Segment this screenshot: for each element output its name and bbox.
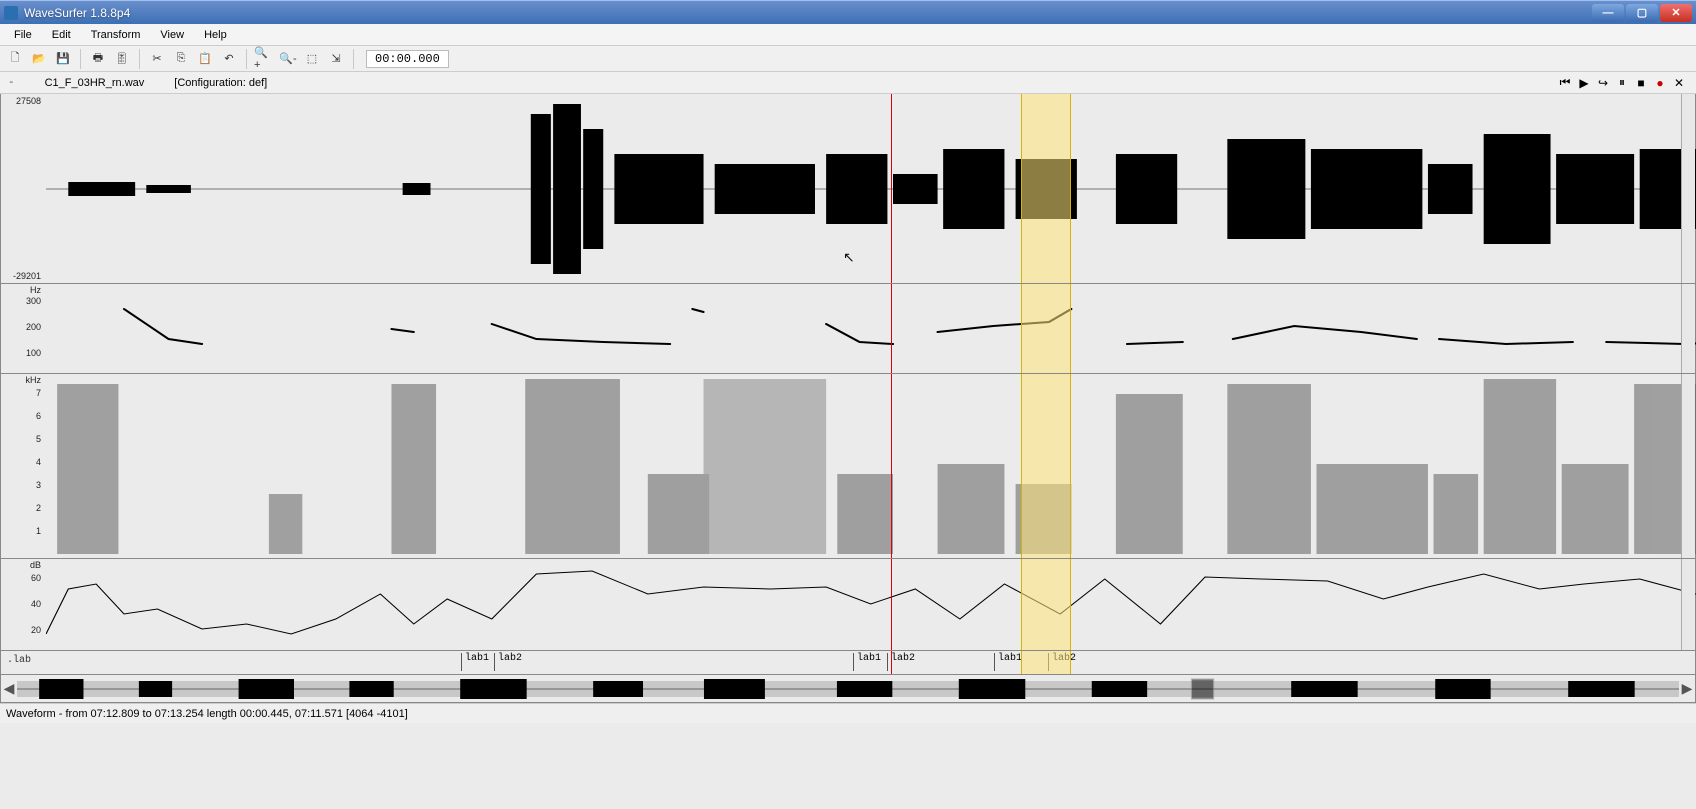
scrollbar-v[interactable] xyxy=(1681,94,1695,283)
scrollbar-v[interactable] xyxy=(1681,374,1695,558)
lab-track[interactable]: .lab lab1lab2lab1lab2lab1lab2 xyxy=(1,651,1695,675)
play-icon[interactable]: ▶ xyxy=(1575,75,1593,91)
waveform-pane[interactable]: 27508 -29201 xyxy=(1,94,1695,284)
selection-range[interactable] xyxy=(1021,559,1071,650)
pause-icon[interactable]: ⏸ xyxy=(1613,75,1631,91)
selection-range[interactable] xyxy=(1021,374,1071,558)
lab-segment[interactable]: lab2 xyxy=(494,653,522,671)
playhead[interactable] xyxy=(891,559,892,650)
zoom-out-icon[interactable]: 🔍- xyxy=(277,48,299,70)
zoom-sel-icon[interactable]: ⇲ xyxy=(325,48,347,70)
app-icon xyxy=(4,6,18,20)
lab-segment[interactable]: lab1 xyxy=(994,653,1022,671)
menu-help[interactable]: Help xyxy=(196,27,235,43)
save-icon[interactable]: 💾 xyxy=(52,48,74,70)
lab-segment[interactable]: lab1 xyxy=(461,653,489,671)
playhead[interactable] xyxy=(891,651,892,674)
close-button[interactable]: ✕ xyxy=(1660,4,1692,22)
panes: 27508 -29201 xyxy=(0,94,1696,703)
playhead[interactable] xyxy=(891,94,892,283)
overview-track[interactable]: ◀ ▶ xyxy=(1,675,1695,703)
menu-view[interactable]: View xyxy=(152,27,192,43)
new-icon[interactable]: 🗋 xyxy=(4,48,26,70)
wave-ymax: 27508 xyxy=(16,96,41,106)
undo-icon[interactable]: ↶ xyxy=(218,48,240,70)
menu-edit[interactable]: Edit xyxy=(44,27,79,43)
collapse-icon[interactable]: - xyxy=(8,77,15,89)
status-text: Waveform - from 07:12.809 to 07:13.254 l… xyxy=(6,708,408,720)
close-file-icon[interactable]: ✕ xyxy=(1670,75,1688,91)
statusbar: Waveform - from 07:12.809 to 07:13.254 l… xyxy=(0,703,1696,723)
copy-icon[interactable]: ⎘ xyxy=(170,48,192,70)
play-controls: ⏮ ▶ ↪ ⏸ ■ ● ✕ xyxy=(1556,75,1688,91)
play-sel-icon[interactable]: ↪ xyxy=(1594,75,1612,91)
menu-file[interactable]: File xyxy=(6,27,40,43)
lab-name: .lab xyxy=(7,655,31,666)
open-icon[interactable]: 📂 xyxy=(28,48,50,70)
mixer-icon[interactable]: 🎚 xyxy=(111,48,133,70)
selection-range[interactable] xyxy=(1021,284,1071,373)
stop-icon[interactable]: ■ xyxy=(1632,75,1650,91)
energy-pane[interactable]: dB 60 40 20 xyxy=(1,559,1695,651)
config-label: [Configuration: def] xyxy=(174,77,267,89)
zoom-in-icon[interactable]: 🔍+ xyxy=(253,48,275,70)
energy-unit: dB xyxy=(30,560,41,570)
record-icon[interactable]: ● xyxy=(1651,75,1669,91)
maximize-button[interactable]: ▢ xyxy=(1626,4,1658,22)
paste-icon[interactable]: 📋 xyxy=(194,48,216,70)
titlebar: WaveSurfer 1.8.8p4 — ▢ ✕ xyxy=(0,0,1696,24)
toolbar: 🗋 📂 💾 🖶 🎚 ✂ ⎘ 📋 ↶ 🔍+ 🔍- ⬚ ⇲ 00:00.000 xyxy=(0,46,1696,72)
infobar: - C1_F_03HR_rn.wav [Configuration: def] … xyxy=(0,72,1696,94)
menu-transform[interactable]: Transform xyxy=(83,27,149,43)
selection-range[interactable] xyxy=(1021,651,1071,674)
pitch-unit: Hz xyxy=(30,285,41,295)
print-icon[interactable]: 🖶 xyxy=(87,48,109,70)
playhead[interactable] xyxy=(891,374,892,558)
window-title: WaveSurfer 1.8.8p4 xyxy=(24,6,1592,20)
lab-segment[interactable]: lab1 xyxy=(853,653,881,671)
filename-label: C1_F_03HR_rn.wav xyxy=(45,77,145,89)
cut-icon[interactable]: ✂ xyxy=(146,48,168,70)
scroll-left-icon[interactable]: ◀ xyxy=(1,680,17,697)
scrollbar-v[interactable] xyxy=(1681,559,1695,650)
wave-ymin: -29201 xyxy=(13,271,41,281)
scroll-right-icon[interactable]: ▶ xyxy=(1679,680,1695,697)
spectrogram-pane[interactable]: kHz 7 6 5 4 3 2 1 xyxy=(1,374,1695,559)
scrollbar-v[interactable] xyxy=(1681,284,1695,373)
minimize-button[interactable]: — xyxy=(1592,4,1624,22)
spectro-unit: kHz xyxy=(26,375,42,385)
zoom-all-icon[interactable]: ⬚ xyxy=(301,48,323,70)
time-display: 00:00.000 xyxy=(366,50,449,68)
skip-start-icon[interactable]: ⏮ xyxy=(1556,75,1574,91)
pitch-pane[interactable]: Hz 300 200 100 xyxy=(1,284,1695,374)
playhead[interactable] xyxy=(891,284,892,373)
selection-range[interactable] xyxy=(1021,94,1071,283)
menubar: File Edit Transform View Help xyxy=(0,24,1696,46)
